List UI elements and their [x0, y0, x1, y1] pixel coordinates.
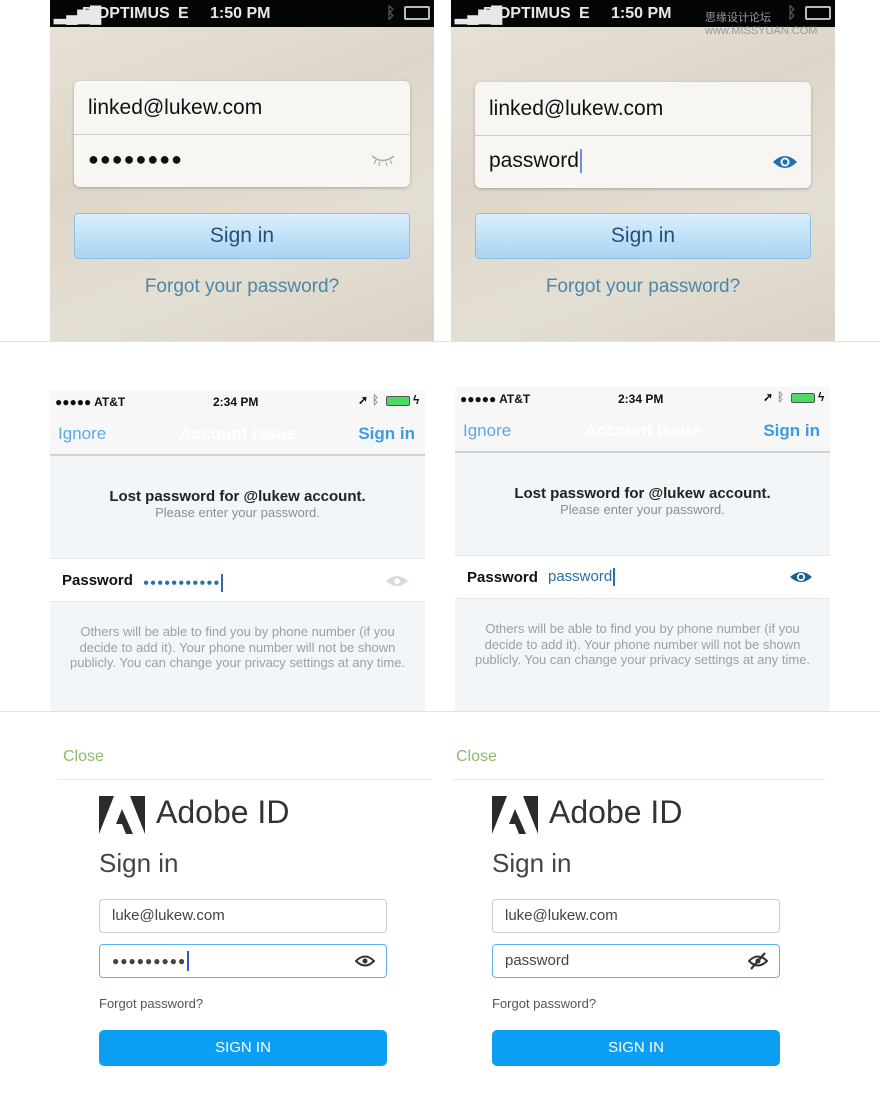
- adobe-logo-icon: [492, 796, 538, 834]
- time: 1:50 PM: [611, 5, 672, 22]
- watermark: 思缘设计论坛 www.MISSYUAN.COM: [705, 12, 818, 37]
- carrier: P OPTIMUS: [483, 5, 571, 22]
- privacy-info: Others will be able to find you by phone…: [69, 624, 406, 670]
- divider: [58, 779, 432, 780]
- phone-login-shown: ▂▄▆█ P OPTIMUS E 1:50 PM ᛒ linked@lukew.…: [451, 0, 835, 341]
- network: E: [579, 5, 590, 22]
- close-button[interactable]: Close: [456, 748, 497, 766]
- charging-icon: ϟ: [818, 390, 825, 404]
- sign-in-button[interactable]: Sign in: [74, 213, 410, 259]
- nav-bar: Ignore Account issue Sign in: [50, 412, 425, 456]
- text-cursor: [613, 568, 616, 587]
- brand-title: Adobe ID: [156, 794, 290, 830]
- text-cursor: [579, 149, 582, 174]
- carrier: ●●●●● AT&T: [55, 395, 126, 409]
- password-label: Password: [467, 569, 538, 586]
- battery-icon: [404, 6, 430, 20]
- email-field[interactable]: luke@lukew.com: [492, 899, 780, 933]
- bluetooth-icon: ᛒ: [777, 390, 785, 404]
- close-button[interactable]: Close: [63, 748, 104, 766]
- sign-in-button[interactable]: SIGN IN: [492, 1030, 780, 1066]
- password-field[interactable]: password: [489, 149, 582, 174]
- time: 2:34 PM: [213, 395, 259, 409]
- heading: Lost password for @lukew account.: [109, 488, 366, 505]
- subheading: Please enter your password.: [155, 505, 320, 520]
- time: 2:34 PM: [618, 392, 664, 406]
- page-title: Sign in: [492, 848, 572, 878]
- eye-icon[interactable]: [355, 955, 375, 967]
- eye-slash-icon[interactable]: [748, 952, 768, 970]
- divider: [74, 134, 410, 135]
- carrier: P OPTIMUS: [82, 5, 170, 22]
- battery-icon: [386, 396, 410, 406]
- network: E: [178, 5, 189, 22]
- password-row[interactable]: Password ●●●●●●●●●●●: [50, 558, 425, 602]
- password-value: password: [548, 568, 613, 585]
- password-field[interactable]: password: [492, 944, 780, 978]
- password-field[interactable]: password: [548, 568, 616, 587]
- phone-login-hidden: ▂▄▆█ P OPTIMUS E 1:50 PM ᛒ linked@lukew.…: [50, 0, 434, 341]
- bluetooth-icon: ᛒ: [372, 393, 380, 407]
- text-cursor: [187, 951, 190, 971]
- battery-icon: [791, 393, 815, 403]
- password-row[interactable]: Password password: [455, 555, 830, 599]
- status-bar: ●●●●● AT&T 2:34 PM ➚ ᛒ ϟ: [50, 390, 425, 412]
- time: 1:50 PM: [210, 5, 271, 22]
- password-field[interactable]: ●●●●●●●●: [88, 149, 183, 170]
- eye-icon[interactable]: [772, 154, 798, 170]
- divider: [475, 135, 811, 136]
- heading: Lost password for @lukew account.: [514, 485, 771, 502]
- sign-in-button[interactable]: Sign in: [763, 421, 820, 441]
- carrier: ●●●●● AT&T: [460, 392, 531, 406]
- privacy-info: Others will be able to find you by phone…: [474, 621, 811, 667]
- subheading: Please enter your password.: [560, 502, 725, 517]
- closed-eye-icon[interactable]: [370, 153, 396, 167]
- login-card: linked@lukew.com ●●●●●●●●: [74, 81, 410, 187]
- forgot-password-link[interactable]: Forgot your password?: [451, 276, 835, 298]
- charging-icon: ϟ: [413, 393, 420, 407]
- password-field[interactable]: ●●●●●●●●●: [99, 944, 387, 978]
- login-card: linked@lukew.com password: [475, 82, 811, 188]
- eye-icon[interactable]: [385, 574, 409, 588]
- sign-in-button[interactable]: Sign in: [475, 213, 811, 259]
- adobe-logo-icon: [99, 796, 145, 834]
- email-field[interactable]: linked@lukew.com: [88, 96, 262, 120]
- password-value: password: [505, 952, 570, 969]
- forgot-password-link[interactable]: Forgot password?: [99, 996, 203, 1011]
- text-cursor: [221, 574, 224, 592]
- divider: [451, 779, 825, 780]
- bluetooth-icon: ᛒ: [386, 5, 396, 22]
- password-value: ●●●●●●●●●: [112, 953, 187, 968]
- forgot-password-link[interactable]: Forgot your password?: [50, 276, 434, 298]
- ios-account-issue-shown: ●●●●● AT&T 2:34 PM ➚ ᛒ ϟ Ignore Account …: [455, 387, 830, 711]
- status-bar: ▂▄▆█ P OPTIMUS E 1:50 PM ᛒ: [50, 0, 434, 27]
- password-field[interactable]: ●●●●●●●●●●●: [143, 574, 224, 592]
- adobe-signin-shown: Close Adobe ID Sign in luke@lukew.com pa…: [443, 712, 833, 1092]
- brand-title: Adobe ID: [549, 794, 683, 830]
- location-icon: ➚: [358, 393, 369, 407]
- location-icon: ➚: [763, 390, 774, 404]
- adobe-signin-hidden: Close Adobe ID Sign in luke@lukew.com ●●…: [50, 712, 440, 1092]
- status-bar: ●●●●● AT&T 2:34 PM ➚ ᛒ ϟ: [455, 387, 830, 409]
- ios-account-issue-hidden: ●●●●● AT&T 2:34 PM ➚ ᛒ ϟ Ignore Account …: [50, 390, 425, 711]
- sign-in-button[interactable]: Sign in: [358, 424, 415, 444]
- forgot-password-link[interactable]: Forgot password?: [492, 996, 596, 1011]
- sign-in-button[interactable]: SIGN IN: [99, 1030, 387, 1066]
- password-value: password: [489, 149, 579, 172]
- password-value: ●●●●●●●●●●●: [143, 577, 221, 589]
- email-field[interactable]: linked@lukew.com: [489, 97, 663, 121]
- nav-bar: Ignore Account issue Sign in: [455, 409, 830, 453]
- page-title: Sign in: [99, 848, 179, 878]
- divider: [0, 341, 880, 342]
- email-field[interactable]: luke@lukew.com: [99, 899, 387, 933]
- password-label: Password: [62, 572, 133, 589]
- eye-icon[interactable]: [789, 570, 813, 584]
